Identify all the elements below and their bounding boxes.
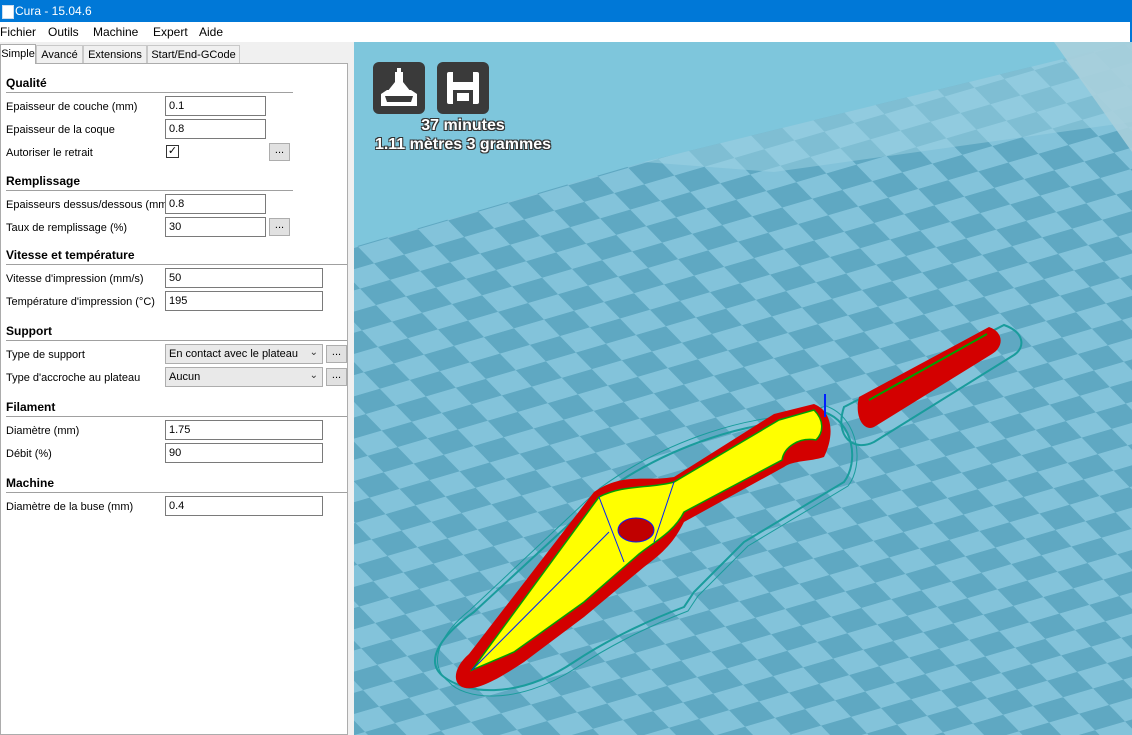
menu-machine[interactable]: Machine: [93, 25, 138, 39]
support-more-button[interactable]: ...: [326, 345, 347, 363]
fill-more-button[interactable]: ...: [269, 218, 290, 236]
support-type-label: Type de support: [6, 349, 85, 361]
chevron-down-icon: ⌄: [309, 370, 318, 381]
section-divider: [6, 264, 347, 265]
nozzle-diameter-label: Diamètre de la buse (mm): [6, 501, 134, 513]
support-type-select[interactable]: En contact avec le plateau ⌄: [165, 344, 323, 364]
shell-thickness-label: Epaisseur de la coque: [6, 124, 115, 136]
section-divider: [6, 492, 347, 493]
print-speed-input[interactable]: 50: [165, 268, 323, 288]
fill-density-input[interactable]: 30: [165, 217, 266, 237]
tab-start-end-gcode[interactable]: Start/End-GCode: [147, 45, 240, 63]
save-toolpath-button[interactable]: [437, 62, 489, 114]
fill-density-label: Taux de remplissage (%): [6, 222, 128, 234]
filament-diameter-label: Diamètre (mm): [6, 425, 80, 437]
adhesion-more-button[interactable]: ...: [326, 368, 347, 386]
section-qualite: Qualité: [6, 76, 47, 90]
menu-expert[interactable]: Expert: [153, 25, 188, 39]
section-divider: [6, 340, 347, 341]
menu-aide[interactable]: Aide: [199, 25, 223, 39]
retraction-checkbox[interactable]: ✓: [166, 145, 179, 158]
tab-simple[interactable]: Simple: [0, 44, 36, 64]
settings-tabs: Simple Avancé Extensions Start/End-GCode: [0, 44, 354, 64]
support-type-value: En contact avec le plateau: [169, 348, 299, 360]
shell-thickness-input[interactable]: 0.8: [165, 119, 266, 139]
window-title: Cura - 15.04.6: [15, 4, 92, 18]
save-toolpath-icon: [447, 72, 479, 104]
print-temp-input[interactable]: 195: [165, 291, 323, 311]
adhesion-label: Type d'accroche au plateau: [6, 372, 141, 384]
section-divider: [6, 416, 347, 417]
layer-height-label: Epaisseur de couche (mm): [6, 101, 138, 113]
load-model-icon: [381, 68, 417, 106]
chevron-down-icon: ⌄: [309, 347, 318, 358]
flow-label: Débit (%): [6, 448, 52, 460]
app-icon: [2, 5, 14, 19]
section-machine: Machine: [6, 476, 55, 490]
layer-height-input[interactable]: 0.1: [165, 96, 266, 116]
adhesion-value: Aucun: [169, 371, 201, 383]
print-speed-label: Vitesse d'impression (mm/s): [6, 273, 144, 285]
settings-panel: Qualité Epaisseur de couche (mm) 0.1 Epa…: [0, 63, 348, 735]
adhesion-select[interactable]: Aucun ⌄: [165, 367, 323, 387]
load-model-button[interactable]: [373, 62, 425, 114]
section-support: Support: [6, 324, 52, 338]
print-time: 37 minutes: [421, 117, 505, 134]
menu-outils[interactable]: Outils: [48, 25, 79, 39]
section-remplissage: Remplissage: [6, 174, 81, 188]
tab-extensions[interactable]: Extensions: [83, 45, 147, 63]
section-vitesse: Vitesse et température: [6, 248, 135, 262]
tab-avance[interactable]: Avancé: [36, 45, 83, 63]
print-temp-label: Température d'impression (°C): [6, 296, 155, 308]
title-bar: Cura - 15.04.6: [0, 0, 1132, 22]
nozzle-diameter-input[interactable]: 0.4: [165, 496, 323, 516]
model-hole: [617, 517, 655, 543]
menu-fichier[interactable]: Fichier: [0, 25, 36, 39]
3d-viewport[interactable]: 37 minutes 1.11 mètres 3 grammes: [354, 42, 1132, 735]
section-divider: [6, 190, 293, 191]
top-bottom-input[interactable]: 0.8: [165, 194, 266, 214]
section-divider: [6, 92, 293, 93]
top-bottom-label: Epaisseurs dessus/dessous (mm): [6, 199, 172, 211]
material-usage: 1.11 mètres 3 grammes: [374, 136, 552, 153]
filament-diameter-input[interactable]: 1.75: [165, 420, 323, 440]
retraction-label: Autoriser le retrait: [6, 147, 93, 159]
flow-input[interactable]: 90: [165, 443, 323, 463]
section-filament: Filament: [6, 400, 56, 414]
menu-bar: Fichier Outils Machine Expert Aide: [0, 22, 1132, 42]
retraction-more-button[interactable]: ...: [269, 143, 290, 161]
